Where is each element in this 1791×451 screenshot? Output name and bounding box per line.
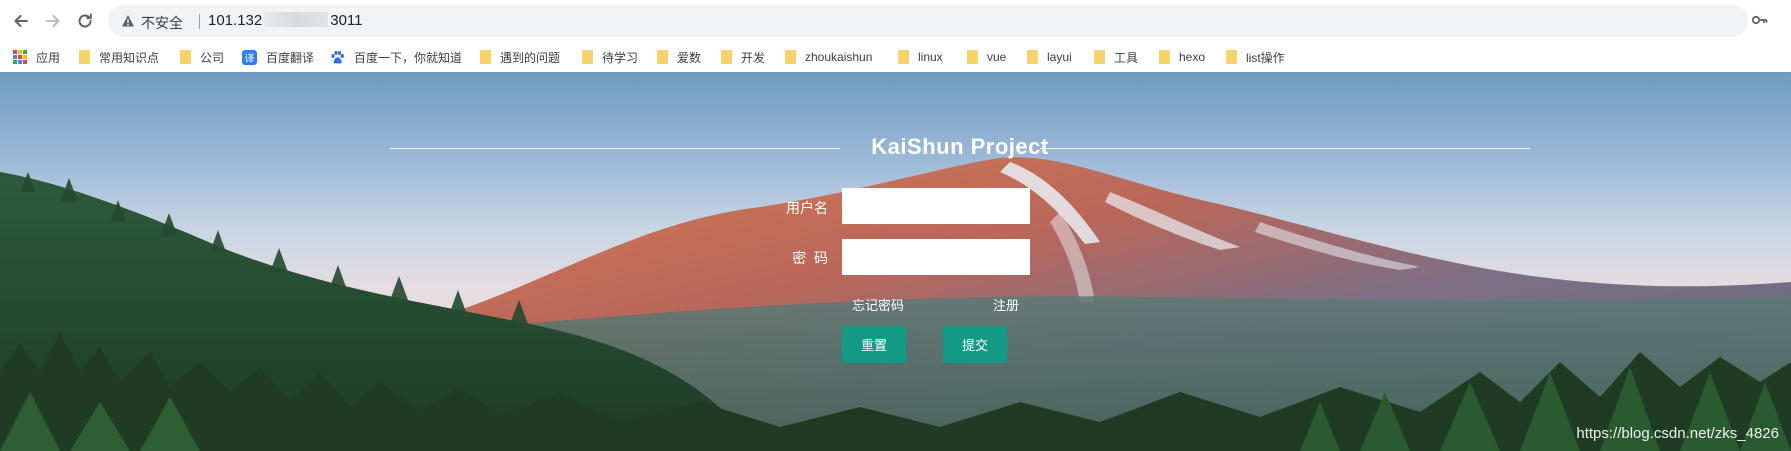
folder-icon: [898, 50, 909, 64]
bookmark-label: 百度翻译: [266, 50, 315, 65]
key-icon[interactable]: [1752, 14, 1768, 26]
bookmark-label: 百度一下，你就知道: [354, 50, 463, 65]
bookmark-label: 工具: [1114, 50, 1139, 65]
folder-icon: [657, 50, 668, 64]
url-text[interactable]: 101.132 3011: [208, 12, 363, 29]
bookmark-changyong[interactable]: 常用知识点: [79, 42, 159, 72]
bookmark-label: hexo: [1179, 50, 1206, 64]
bookmark-label: 公司: [200, 50, 225, 65]
bookmarks-bar: 应用 常用知识点 公司 译 百度翻译 百度一下，你就知道 遇到的问题 待学习 爱…: [0, 42, 1791, 72]
bookmark-gongsi[interactable]: 公司: [180, 42, 224, 72]
bookmark-aishu[interactable]: 爱数: [657, 42, 701, 72]
warning-triangle-icon[interactable]: [121, 14, 135, 28]
baidu-paw-icon: [331, 50, 344, 63]
folder-icon: [480, 50, 491, 64]
folder-icon: [180, 50, 191, 64]
login-title-row: KaiShun Project: [390, 134, 1530, 164]
register-link[interactable]: 注册: [993, 295, 1019, 314]
back-arrow-icon[interactable]: [8, 8, 34, 34]
folder-icon: [79, 50, 90, 64]
bookmark-label: 常用知识点: [99, 50, 160, 65]
bookmark-apps[interactable]: 应用: [13, 42, 60, 72]
bookmark-hexo[interactable]: hexo: [1159, 42, 1205, 72]
bookmark-label: layui: [1047, 50, 1072, 64]
url-redacted-blur: [264, 12, 329, 27]
folder-icon: [1226, 50, 1237, 64]
submit-button[interactable]: 提交: [943, 326, 1007, 363]
reset-button[interactable]: 重置: [842, 326, 906, 363]
folder-icon: [1027, 50, 1038, 64]
bookmark-label: vue: [987, 50, 1007, 64]
apps-grid-icon: [13, 50, 27, 64]
password-input[interactable]: [842, 239, 1030, 275]
security-status-text[interactable]: 不安全: [141, 13, 183, 33]
bookmark-daixuexi[interactable]: 待学习: [582, 42, 638, 72]
forgot-password-link[interactable]: 忘记密码: [852, 295, 904, 314]
bookmark-label: zhoukaishun: [805, 50, 873, 64]
bookmark-kaifa[interactable]: 开发: [721, 42, 765, 72]
bookmark-list[interactable]: list操作: [1226, 42, 1285, 72]
bookmark-zhoukaishun[interactable]: zhoukaishun: [785, 42, 872, 72]
login-page: KaiShun Project 用户名 密 码 忘记密码 注册 重置 提交 ht…: [0, 72, 1791, 451]
folder-icon: [582, 50, 593, 64]
bookmark-wenti[interactable]: 遇到的问题: [480, 42, 560, 72]
folder-icon: [721, 50, 732, 64]
forward-arrow-icon[interactable]: [40, 8, 66, 34]
folder-icon: [967, 50, 978, 64]
reload-icon[interactable]: [72, 8, 98, 34]
bookmark-label: 应用: [36, 50, 61, 65]
bookmark-label: linux: [918, 50, 943, 64]
username-label: 用户名: [786, 200, 828, 216]
url-suffix: 3011: [330, 12, 363, 29]
password-label: 密 码: [792, 250, 828, 266]
browser-toolbar: 不安全 101.132 3011: [0, 0, 1791, 43]
bookmark-label: 爱数: [677, 50, 702, 65]
bookmark-baidu-fanyi[interactable]: 译 百度翻译: [242, 42, 314, 72]
bookmark-vue[interactable]: vue: [967, 42, 1006, 72]
folder-icon: [785, 50, 796, 64]
bookmark-baidu[interactable]: 百度一下，你就知道: [330, 42, 462, 72]
csdn-watermark: https://blog.csdn.net/zks_4826: [1576, 425, 1779, 442]
login-title: KaiShun Project: [871, 134, 1049, 159]
folder-icon: [1094, 50, 1105, 64]
bookmark-label: 遇到的问题: [500, 50, 561, 65]
bookmark-label: list操作: [1246, 50, 1285, 65]
translate-icon: 译: [242, 49, 257, 65]
address-bar[interactable]: 不安全 101.132 3011: [108, 5, 1748, 37]
folder-icon: [1159, 50, 1170, 64]
bookmark-linux[interactable]: linux: [898, 42, 943, 72]
bookmark-gongju[interactable]: 工具: [1094, 42, 1138, 72]
bookmark-label: 待学习: [602, 50, 639, 65]
bookmark-layui[interactable]: layui: [1027, 42, 1072, 72]
bookmark-label: 开发: [741, 50, 766, 65]
omnibox-divider: [199, 14, 200, 29]
username-input[interactable]: [842, 188, 1030, 224]
url-prefix: 101.132: [208, 12, 263, 29]
